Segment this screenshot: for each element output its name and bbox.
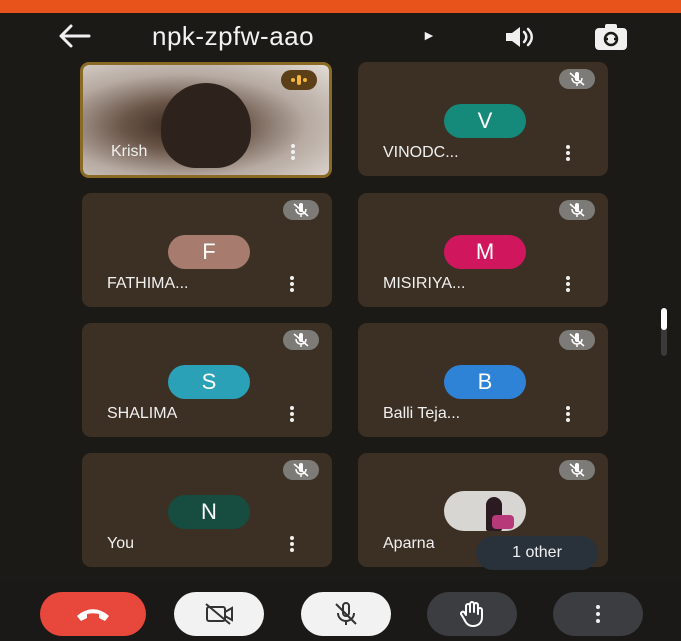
mic-off-icon: [559, 69, 595, 89]
participant-name: Krish: [111, 143, 148, 160]
camera-toggle-button[interactable]: [174, 592, 264, 636]
avatar-photo: [444, 491, 526, 531]
participant-name: FATHIMA...: [107, 275, 189, 292]
participant-name: VINODC...: [383, 144, 459, 161]
participant-name: Balli Teja...: [383, 405, 461, 422]
mic-off-icon: [559, 330, 595, 350]
mic-off-icon: [283, 460, 319, 480]
avatar: B: [444, 365, 526, 399]
more-options-icon[interactable]: [563, 274, 573, 294]
participant-tile[interactable]: F FATHIMA...: [82, 193, 332, 307]
participant-tile-krish[interactable]: Krish: [80, 62, 332, 178]
mic-off-icon: [283, 200, 319, 220]
participant-name: MISIRIYA...: [383, 275, 466, 292]
scrollbar-thumb[interactable]: [661, 308, 667, 330]
back-arrow-icon[interactable]: [57, 23, 91, 49]
speaker-icon[interactable]: [502, 23, 538, 51]
flip-camera-icon[interactable]: [590, 21, 632, 53]
avatar: F: [168, 235, 250, 269]
meeting-header: npk-zpfw-aao ►: [0, 13, 681, 58]
phone-hangup-icon: [77, 609, 109, 621]
more-options-icon[interactable]: [287, 274, 297, 294]
participant-tile[interactable]: S SHALIMA: [82, 323, 332, 437]
speaking-indicator-icon: [281, 70, 317, 90]
end-call-button[interactable]: [40, 592, 146, 636]
participant-tile-self[interactable]: N You: [82, 453, 332, 567]
top-accent-bar: [0, 0, 681, 13]
participant-tile[interactable]: M MISIRIYA...: [358, 193, 608, 307]
hand-icon: [460, 601, 483, 627]
mic-off-icon: [283, 330, 319, 350]
more-options-icon[interactable]: [288, 142, 298, 162]
videocam-off-icon: [205, 603, 233, 625]
participant-name: You: [107, 535, 134, 552]
avatar: M: [444, 235, 526, 269]
avatar: N: [168, 495, 250, 529]
participant-name: Aparna: [383, 535, 435, 552]
more-options-icon[interactable]: [563, 143, 573, 163]
mic-toggle-button[interactable]: [301, 592, 391, 636]
participant-name: SHALIMA: [107, 405, 178, 422]
avatar: V: [444, 104, 526, 138]
call-controls-bar: [0, 582, 681, 641]
other-participants-chip[interactable]: 1 other: [476, 536, 598, 570]
meeting-code-title[interactable]: npk-zpfw-aao: [152, 21, 314, 52]
more-options-icon[interactable]: [287, 534, 297, 554]
avatar: S: [168, 365, 250, 399]
mic-off-icon: [559, 200, 595, 220]
participant-tile[interactable]: V VINODC...: [358, 62, 608, 176]
more-options-icon[interactable]: [563, 404, 573, 424]
mic-off-icon: [335, 602, 357, 625]
more-vert-icon[interactable]: [553, 592, 643, 636]
mic-off-icon: [559, 460, 595, 480]
raise-hand-button[interactable]: [427, 592, 517, 636]
participant-tile[interactable]: B Balli Teja...: [358, 323, 608, 437]
caret-right-icon[interactable]: ►: [422, 27, 436, 43]
more-options-icon[interactable]: [287, 404, 297, 424]
